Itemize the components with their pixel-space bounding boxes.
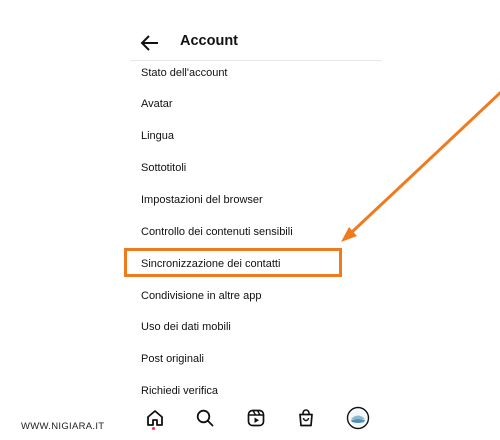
annotation-arrow xyxy=(341,91,500,242)
annotation-highlight-box xyxy=(124,248,342,277)
menu-item-captions[interactable]: Sottotitoli xyxy=(141,161,186,175)
menu-item-mobile-data[interactable]: Uso dei dati mobili xyxy=(141,320,231,334)
menu-item-avatar[interactable]: Avatar xyxy=(141,97,173,111)
bottom-nav xyxy=(130,401,382,433)
shop-icon[interactable] xyxy=(296,408,316,428)
home-icon[interactable] xyxy=(145,408,165,428)
search-icon[interactable] xyxy=(195,408,215,428)
page-title: Account xyxy=(180,33,238,49)
watermark: WWW.NIGIARA.IT xyxy=(21,421,105,432)
header-divider xyxy=(130,60,382,61)
menu-item-request-verification[interactable]: Richiedi verifica xyxy=(141,384,218,398)
menu-item-original-posts[interactable]: Post originali xyxy=(141,352,204,366)
reels-icon[interactable] xyxy=(246,408,266,428)
menu-item-sensitive-content[interactable]: Controllo dei contenuti sensibili xyxy=(141,225,293,239)
app-header: Account xyxy=(130,26,382,60)
back-arrow-icon[interactable] xyxy=(140,34,160,52)
menu-item-share-other-apps[interactable]: Condivisione in altre app xyxy=(141,289,261,303)
notification-dot xyxy=(152,427,155,430)
menu-item-browser-settings[interactable]: Impostazioni del browser xyxy=(141,193,263,207)
profile-avatar-icon[interactable] xyxy=(346,406,370,430)
menu-item-account-status[interactable]: Stato dell'account xyxy=(141,66,228,80)
menu-item-language[interactable]: Lingua xyxy=(141,129,174,143)
